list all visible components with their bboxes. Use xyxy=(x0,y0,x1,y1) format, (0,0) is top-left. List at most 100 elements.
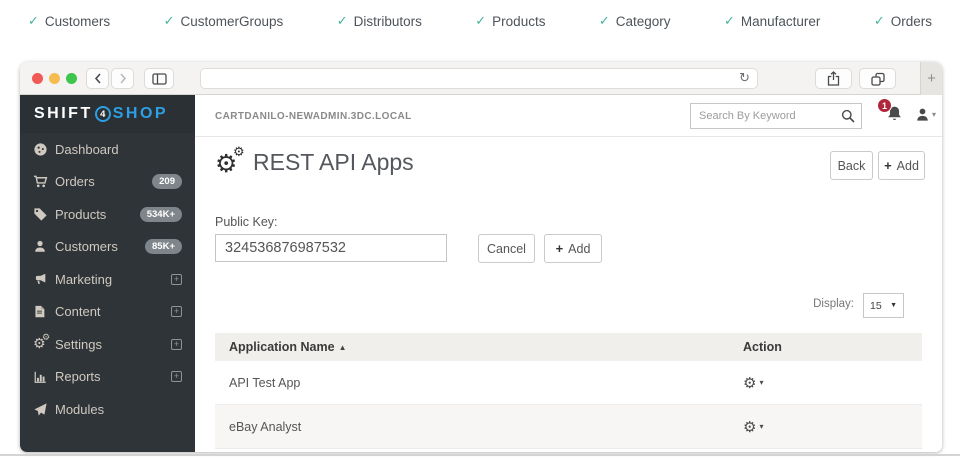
env-item-label: Customers xyxy=(45,14,110,29)
public-key-input[interactable] xyxy=(215,234,447,262)
env-item-label: Category xyxy=(616,14,671,29)
api-apps-table: Application Name ▲ Action API Test App ⚙… xyxy=(215,333,922,449)
keyword-search-box[interactable] xyxy=(690,103,862,129)
caret-down-icon[interactable]: ▾ xyxy=(759,422,763,431)
plus-icon: + xyxy=(884,158,892,173)
env-item-label: Products xyxy=(492,14,545,29)
action-cell: ⚙ ▾ xyxy=(743,418,908,436)
expand-icon[interactable]: + xyxy=(171,371,182,382)
plus-icon: + xyxy=(556,241,564,256)
sidebar-item-label: Content xyxy=(55,304,101,319)
env-item-orders[interactable]: ✓Orders xyxy=(874,13,932,29)
sidebar: SHIFT 4 SHOP Dashboard Orders 209 xyxy=(20,95,195,452)
expand-icon[interactable]: + xyxy=(171,339,182,350)
tag-icon xyxy=(33,207,55,222)
close-window-button[interactable] xyxy=(32,73,43,84)
chevron-down-icon: ▾ xyxy=(932,110,936,119)
row-actions-gear-icon[interactable]: ⚙ xyxy=(743,418,756,436)
zoom-window-button[interactable] xyxy=(66,73,77,84)
main-content: CARTDANILO-NEWADMIN.3DC.LOCAL 1 ▾ xyxy=(195,95,942,452)
dashboard-icon xyxy=(33,142,55,157)
caret-down-icon: ▼ xyxy=(890,302,897,309)
orders-count-badge: 209 xyxy=(152,174,182,189)
check-icon: ✓ xyxy=(164,13,175,29)
plus-glyph: + xyxy=(174,372,179,381)
sidebar-item-label: Settings xyxy=(55,337,102,352)
sidebar-item-orders[interactable]: Orders 209 xyxy=(20,166,195,199)
sidebar-item-content[interactable]: Content + xyxy=(20,296,195,329)
back-button[interactable]: Back xyxy=(830,151,873,180)
env-item-customers[interactable]: ✓Customers xyxy=(28,13,110,29)
minimize-window-button[interactable] xyxy=(49,73,60,84)
env-item-products[interactable]: ✓Products xyxy=(475,13,545,29)
cancel-label: Cancel xyxy=(487,242,526,256)
display-count-label: Display: xyxy=(813,298,854,310)
logo-digit-badge: 4 xyxy=(95,106,111,122)
browser-back-button[interactable] xyxy=(86,68,109,89)
sidebar-item-products[interactable]: Products 534K+ xyxy=(20,198,195,231)
sidebar-panel-icon xyxy=(152,73,167,85)
sidebar-item-dashboard[interactable]: Dashboard xyxy=(20,133,195,166)
customers-count-badge: 85K+ xyxy=(145,239,182,254)
plus-icon: + xyxy=(927,70,936,87)
search-icon[interactable] xyxy=(841,109,855,128)
table-row[interactable]: API Test App ⚙ ▾ xyxy=(215,361,922,405)
display-count-value: 15 xyxy=(870,300,882,312)
address-bar[interactable]: ↻ xyxy=(200,68,758,89)
rest-api-gears-icon: ⚙⚙ xyxy=(215,149,251,181)
tab-overview-button[interactable] xyxy=(859,68,896,89)
cancel-button[interactable]: Cancel xyxy=(478,234,535,263)
sidebar-item-label: Modules xyxy=(55,402,104,417)
url-input[interactable] xyxy=(207,69,727,88)
env-item-customergroups[interactable]: ✓CustomerGroups xyxy=(164,13,284,29)
reload-icon[interactable]: ↻ xyxy=(739,70,750,86)
page-title-row: ⚙⚙ REST API Apps Back +Add xyxy=(195,137,942,195)
caret-down-icon[interactable]: ▾ xyxy=(759,378,763,387)
sidebar-item-label: Reports xyxy=(55,369,101,384)
user-icon xyxy=(915,107,930,122)
check-icon: ✓ xyxy=(337,13,348,29)
gears-icon: ⚙⚙ xyxy=(33,336,55,352)
search-input[interactable] xyxy=(699,105,829,127)
row-actions-gear-icon[interactable]: ⚙ xyxy=(743,374,756,392)
sidebar-item-modules[interactable]: Modules xyxy=(20,393,195,426)
env-item-category[interactable]: ✓Category xyxy=(599,13,671,29)
plus-glyph: + xyxy=(174,340,179,349)
app-name-cell: API Test App xyxy=(229,376,743,390)
person-icon xyxy=(33,239,55,254)
browser-window: ↻ + SHIFT 4 SHOP Dashboard xyxy=(20,62,942,452)
sidebar-toggle-button[interactable] xyxy=(144,68,174,89)
add-button[interactable]: + Add xyxy=(878,151,925,180)
sidebar-item-settings[interactable]: ⚙⚙ Settings + xyxy=(20,328,195,361)
sidebar-item-customers[interactable]: Customers 85K+ xyxy=(20,231,195,264)
sidebar-item-label: Marketing xyxy=(55,272,112,287)
expand-icon[interactable]: + xyxy=(171,306,182,317)
add-label: Add xyxy=(897,159,919,173)
add-confirm-button[interactable]: + Add xyxy=(544,234,602,263)
sidebar-item-reports[interactable]: Reports + xyxy=(20,361,195,394)
user-menu[interactable]: ▾ xyxy=(915,107,936,122)
column-header-application-name[interactable]: Application Name ▲ xyxy=(229,340,743,354)
table-row[interactable]: eBay Analyst ⚙ ▾ xyxy=(215,405,922,449)
new-tab-button[interactable]: + xyxy=(920,62,942,95)
share-icon xyxy=(827,71,840,86)
document-icon xyxy=(33,304,55,319)
column-label: Application Name xyxy=(229,340,335,354)
bar-chart-icon xyxy=(33,370,55,384)
notification-count-badge: 1 xyxy=(877,98,892,113)
action-cell: ⚙ ▾ xyxy=(743,374,908,392)
browser-forward-button[interactable] xyxy=(111,68,134,89)
browser-chrome: ↻ + xyxy=(20,62,942,95)
shift4shop-logo[interactable]: SHIFT 4 SHOP xyxy=(20,95,195,133)
env-item-label: Distributors xyxy=(354,14,422,29)
check-icon: ✓ xyxy=(724,13,735,29)
sidebar-item-label: Products xyxy=(55,207,106,222)
env-item-distributors[interactable]: ✓ Distributors xyxy=(337,13,422,29)
add-label: Add xyxy=(568,242,590,256)
env-item-manufacturer[interactable]: ✓Manufacturer xyxy=(724,13,820,29)
expand-icon[interactable]: + xyxy=(171,274,182,285)
display-count-select[interactable]: 15 ▼ xyxy=(863,293,904,318)
share-button[interactable] xyxy=(815,68,852,89)
sidebar-item-marketing[interactable]: Marketing + xyxy=(20,263,195,296)
notifications-bell[interactable]: 1 xyxy=(886,105,904,125)
